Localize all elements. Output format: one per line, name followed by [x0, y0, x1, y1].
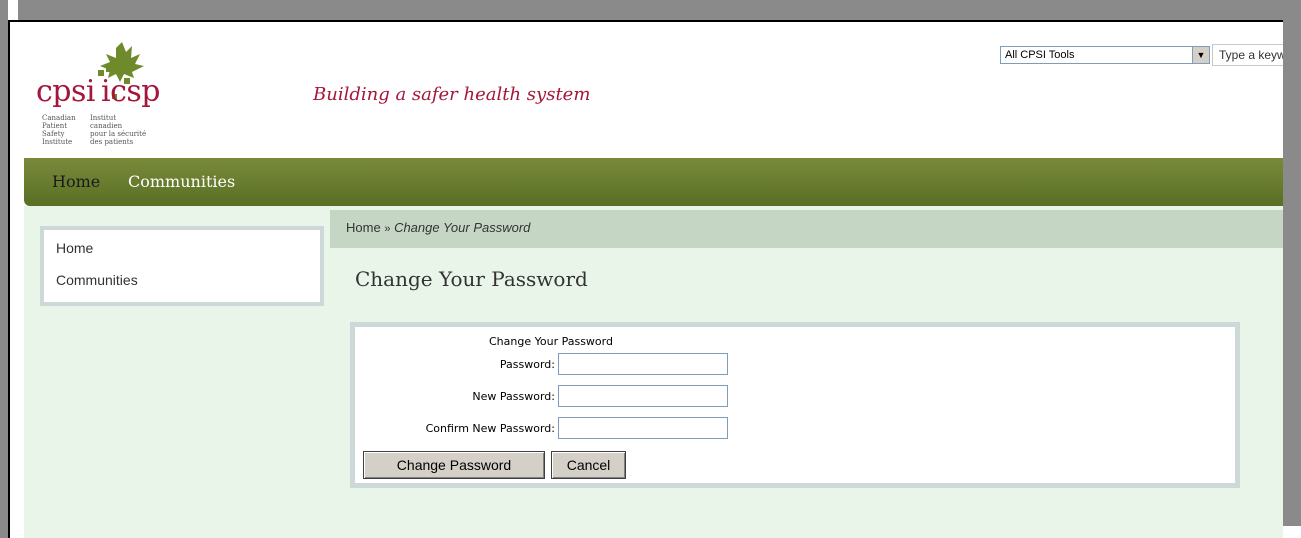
breadcrumb-home[interactable]: Home [346, 220, 381, 235]
change-password-form: Change Your Password Password: New Passw… [350, 322, 1240, 488]
confirm-password-field[interactable] [558, 417, 728, 439]
nav-item-home[interactable]: Home [52, 172, 100, 191]
window-frame-left [0, 0, 8, 538]
breadcrumb-bar: Home » Change Your Password [330, 210, 1283, 248]
cpsi-icsp-logo[interactable]: cpsi icsp Canadian Patient Safety Institu… [36, 36, 196, 156]
search-input[interactable]: Type a keyw [1212, 44, 1283, 66]
search-placeholder: Type a keyw [1219, 48, 1283, 62]
logo-subtitle-fr: Institut canadien pour la sécurité des p… [90, 114, 147, 146]
sidebar-item-home[interactable]: Home [56, 240, 93, 256]
new-password-label: New Password: [472, 390, 555, 403]
breadcrumb: Home » Change Your Password [346, 220, 530, 235]
logo-text-en: cpsi [36, 74, 96, 109]
logo-subtitle-en: Canadian Patient Safety Institute [42, 114, 76, 146]
cancel-button[interactable]: Cancel [551, 451, 626, 479]
dropdown-arrow-icon[interactable]: ▼ [1192, 47, 1209, 63]
sidebar: Home Communities [40, 226, 324, 306]
sidebar-item-communities[interactable]: Communities [56, 272, 138, 288]
search-scope-select[interactable]: All CPSI Tools ▼ [1000, 46, 1210, 64]
window-frame-right [1283, 20, 1301, 526]
breadcrumb-current: Change Your Password [394, 220, 531, 235]
password-label: Password: [499, 358, 555, 371]
search-scope-value: All CPSI Tools [1005, 49, 1075, 61]
breadcrumb-separator: » [384, 223, 391, 235]
tagline: Building a safer health system [313, 84, 591, 105]
logo-text-fr: icsp [101, 74, 161, 109]
page: cpsi icsp Canadian Patient Safety Institu… [8, 20, 1283, 538]
site-header: cpsi icsp Canadian Patient Safety Institu… [10, 22, 1283, 162]
confirm-password-label: Confirm New Password: [425, 422, 555, 435]
window-frame-top [18, 0, 1301, 20]
main-nav: Home Communities [24, 158, 1283, 206]
password-field[interactable] [558, 353, 728, 375]
change-password-button[interactable]: Change Password [363, 451, 545, 479]
page-title: Change Your Password [355, 267, 588, 291]
form-caption: Change Your Password [489, 335, 613, 348]
new-password-field[interactable] [558, 385, 728, 407]
nav-item-communities[interactable]: Communities [128, 172, 235, 191]
